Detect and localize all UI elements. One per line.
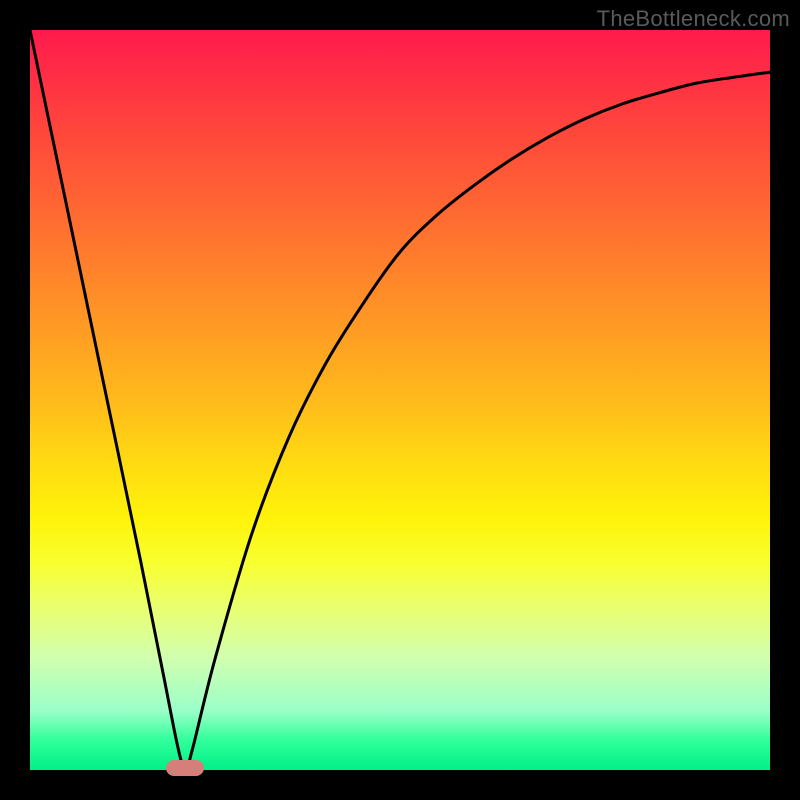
chart-plot-area [30,30,770,770]
minimum-marker [166,760,204,776]
bottleneck-curve [30,30,770,770]
chart-frame: TheBottleneck.com [0,0,800,800]
watermark-text: TheBottleneck.com [597,6,790,32]
